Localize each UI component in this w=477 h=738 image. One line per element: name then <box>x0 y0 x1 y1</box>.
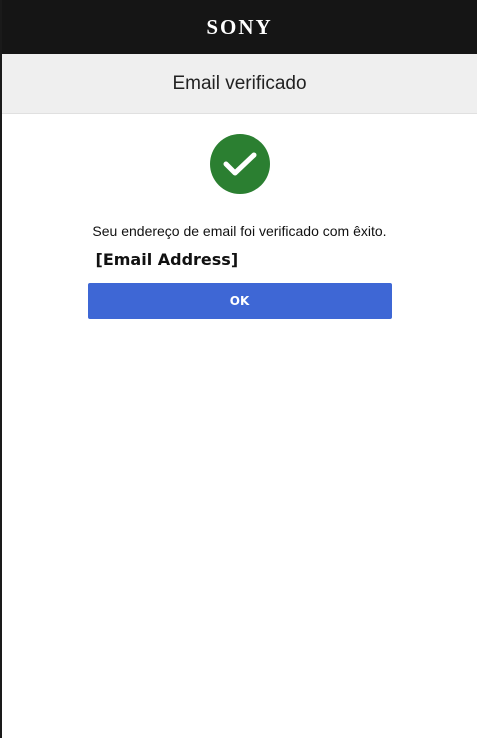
ok-button[interactable]: OK <box>87 283 392 319</box>
brand-logo: SONY <box>206 15 273 39</box>
verification-content: Seu endereço de email foi verificado com… <box>2 114 477 319</box>
checkmark-circle-icon <box>209 134 270 194</box>
page-header: Email verificado <box>2 54 477 114</box>
verified-email-address: [Email Address] <box>95 250 239 269</box>
page: SONY Email verificado Seu endereço de em… <box>0 0 477 738</box>
page-title: Email verificado <box>172 72 307 94</box>
success-message: Seu endereço de email foi verificado com… <box>92 223 387 239</box>
top-brand-bar: SONY <box>2 0 477 54</box>
